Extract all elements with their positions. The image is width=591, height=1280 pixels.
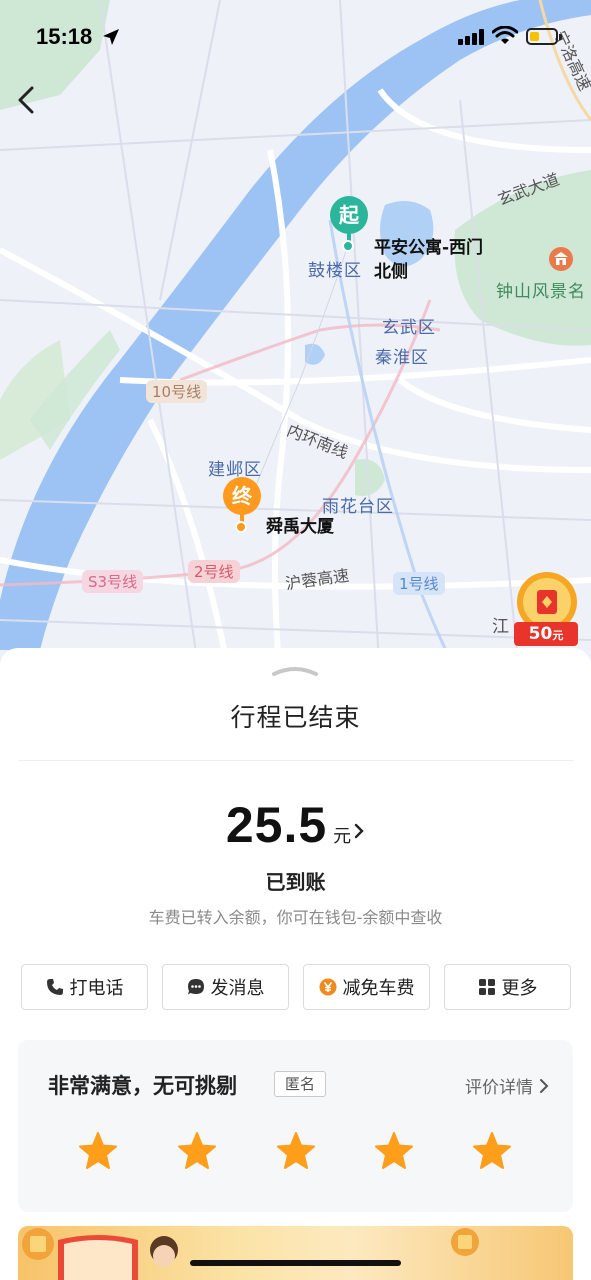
metro-line-10-tag: 10号线 [146,380,208,403]
message-button[interactable]: 发消息 [162,964,289,1010]
coin-badge-unit: 元 [552,629,564,642]
area-label-yuhuatai: 雨花台区 [322,497,394,517]
divider [18,760,573,761]
battery-tip [559,34,562,40]
fare-waiver-button[interactable]: 减免车费 [303,964,430,1010]
start-location-name: 平安公寓-西门 北侧 [374,236,483,284]
cellular-signal-icon [458,29,484,45]
status-bar: 15:18 [0,0,591,70]
star-icon[interactable] [77,1130,119,1172]
star-icon[interactable] [471,1130,513,1172]
payment-status: 已到账 [265,870,326,894]
more-button-label: 更多 [501,978,538,999]
message-button-label: 发消息 [210,978,265,999]
chevron-right-icon [540,1078,549,1093]
end-location-name: 舜禹大厦 [266,517,334,537]
phone-icon [46,979,63,995]
trip-summary-sheet: 行程已结束 25.5 元 已到账 车费已转入余额，你可在钱包-余额中查收 打电话 … [0,648,591,1280]
home-indicator[interactable] [190,1260,401,1266]
coin-badge-amount: 50 [528,624,553,644]
rating-detail-label: 评价详情 [465,1078,533,1098]
rating-card: 非常满意，无可挑剔 匿名 评价详情 [18,1040,573,1212]
promo-banner-art [22,1228,479,1280]
action-buttons: 打电话 发消息 减免车费 更多 [21,964,571,1010]
start-point-dot [342,240,354,252]
area-label-qinhuai: 秦淮区 [375,348,429,368]
coin-reward-badge[interactable]: 50元 [514,622,578,646]
start-pin[interactable]: 起 [330,196,368,244]
call-button[interactable]: 打电话 [21,964,148,1010]
location-arrow-icon [103,29,119,45]
battery-icon [526,28,558,45]
sheet-handle-icon[interactable] [270,662,320,678]
area-label-gulou: 鼓楼区 [308,261,362,281]
status-time: 15:18 [36,24,93,49]
chevron-right-icon [354,823,364,839]
star-icon[interactable] [275,1130,317,1172]
metro-line-1-tag: 1号线 [393,572,445,595]
back-arrow-icon[interactable] [10,80,46,120]
fare-amount-row[interactable]: 25.5 元 [0,796,591,854]
more-button[interactable]: 更多 [444,964,571,1010]
start-name-line2: 北侧 [374,262,408,282]
anonymous-tag: 匿名 [274,1071,327,1097]
area-label-jianye: 建邺区 [208,460,262,480]
end-pin[interactable]: 终 [223,477,261,525]
yuan-coin-icon [319,978,336,996]
route-map[interactable]: 鼓楼区 玄武区 秦淮区 建邺区 雨花台区 钟山风景名 玄武大道 内环南线 沪蓉高… [0,0,591,680]
fare-amount: 25.5 [225,797,328,853]
rating-summary: 非常满意，无可挑剔 [48,1074,237,1098]
fare-waiver-button-label: 减免车费 [342,978,415,999]
scenic-spot-icon [549,247,573,271]
metro-line-2-tag: 2号线 [188,560,240,583]
payment-note: 车费已转入余额，你可在钱包-余额中查收 [148,908,443,927]
metro-line-s3-tag: S3号线 [82,570,144,593]
star-icon[interactable] [373,1130,415,1172]
promo-banner[interactable] [18,1226,573,1280]
star-rating[interactable] [18,1130,573,1174]
area-label-xuanwu: 玄武区 [382,318,436,338]
trip-status-title: 行程已结束 [230,703,361,732]
grid-icon [478,979,495,995]
scenic-label-zhongshan: 钟山风景名 [496,282,586,302]
star-icon[interactable] [176,1130,218,1172]
end-point-dot [235,521,247,533]
message-icon [187,979,204,995]
rating-detail-link[interactable]: 评价详情 [465,1073,549,1098]
fare-unit: 元 [333,826,352,847]
start-name-line1: 平安公寓-西门 [374,238,484,258]
wifi-icon [492,26,518,44]
map-edge-label: 江 [492,617,510,637]
call-button-label: 打电话 [69,978,124,999]
